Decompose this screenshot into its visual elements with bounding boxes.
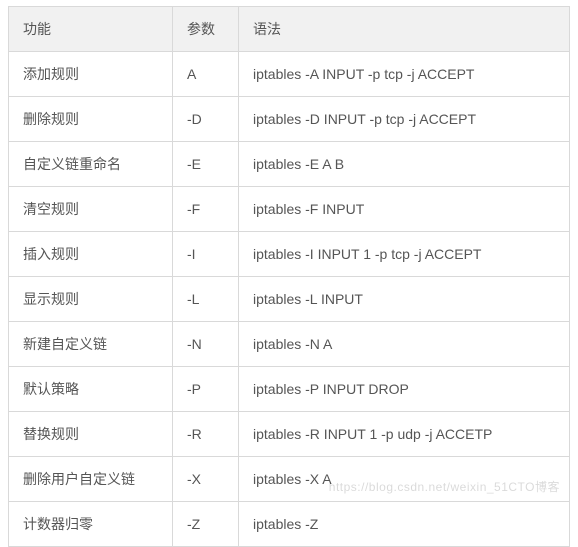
cell-function: 自定义链重命名 — [9, 142, 173, 187]
cell-param: A — [173, 52, 239, 97]
cell-param: -X — [173, 457, 239, 502]
cell-function: 替换规则 — [9, 412, 173, 457]
cell-function: 默认策略 — [9, 367, 173, 412]
cell-param: -R — [173, 412, 239, 457]
cell-syntax: iptables -N A — [239, 322, 570, 367]
cell-syntax: iptables -Z — [239, 502, 570, 547]
cell-syntax: iptables -E A B — [239, 142, 570, 187]
header-syntax: 语法 — [239, 7, 570, 52]
cell-syntax: iptables -D INPUT -p tcp -j ACCEPT — [239, 97, 570, 142]
cell-param: -Z — [173, 502, 239, 547]
table-row: 替换规则 -R iptables -R INPUT 1 -p udp -j AC… — [9, 412, 570, 457]
header-param: 参数 — [173, 7, 239, 52]
cell-syntax: iptables -L INPUT — [239, 277, 570, 322]
cell-function: 删除规则 — [9, 97, 173, 142]
cell-function: 插入规则 — [9, 232, 173, 277]
cell-function: 显示规则 — [9, 277, 173, 322]
cell-syntax: iptables -P INPUT DROP — [239, 367, 570, 412]
table-row: 删除用户自定义链 -X iptables -X A — [9, 457, 570, 502]
cell-function: 删除用户自定义链 — [9, 457, 173, 502]
table-row: 自定义链重命名 -E iptables -E A B — [9, 142, 570, 187]
table-row: 显示规则 -L iptables -L INPUT — [9, 277, 570, 322]
cell-syntax: iptables -X A — [239, 457, 570, 502]
table-row: 计数器归零 -Z iptables -Z — [9, 502, 570, 547]
table-row: 添加规则 A iptables -A INPUT -p tcp -j ACCEP… — [9, 52, 570, 97]
table-container: 功能 参数 语法 添加规则 A iptables -A INPUT -p tcp… — [0, 0, 578, 505]
cell-param: -D — [173, 97, 239, 142]
cell-function: 计数器归零 — [9, 502, 173, 547]
cell-syntax: iptables -R INPUT 1 -p udp -j ACCETP — [239, 412, 570, 457]
table-row: 默认策略 -P iptables -P INPUT DROP — [9, 367, 570, 412]
cell-syntax: iptables -F INPUT — [239, 187, 570, 232]
cell-syntax: iptables -I INPUT 1 -p tcp -j ACCEPT — [239, 232, 570, 277]
table-body: 添加规则 A iptables -A INPUT -p tcp -j ACCEP… — [9, 52, 570, 547]
cell-function: 添加规则 — [9, 52, 173, 97]
cell-function: 清空规则 — [9, 187, 173, 232]
cell-param: -E — [173, 142, 239, 187]
table-row: 清空规则 -F iptables -F INPUT — [9, 187, 570, 232]
cell-function: 新建自定义链 — [9, 322, 173, 367]
table-row: 删除规则 -D iptables -D INPUT -p tcp -j ACCE… — [9, 97, 570, 142]
iptables-reference-table: 功能 参数 语法 添加规则 A iptables -A INPUT -p tcp… — [8, 6, 570, 547]
cell-param: -N — [173, 322, 239, 367]
cell-param: -F — [173, 187, 239, 232]
table-row: 新建自定义链 -N iptables -N A — [9, 322, 570, 367]
header-row: 功能 参数 语法 — [9, 7, 570, 52]
cell-param: -L — [173, 277, 239, 322]
table-header: 功能 参数 语法 — [9, 7, 570, 52]
cell-syntax: iptables -A INPUT -p tcp -j ACCEPT — [239, 52, 570, 97]
table-row: 插入规则 -I iptables -I INPUT 1 -p tcp -j AC… — [9, 232, 570, 277]
cell-param: -I — [173, 232, 239, 277]
header-function: 功能 — [9, 7, 173, 52]
cell-param: -P — [173, 367, 239, 412]
